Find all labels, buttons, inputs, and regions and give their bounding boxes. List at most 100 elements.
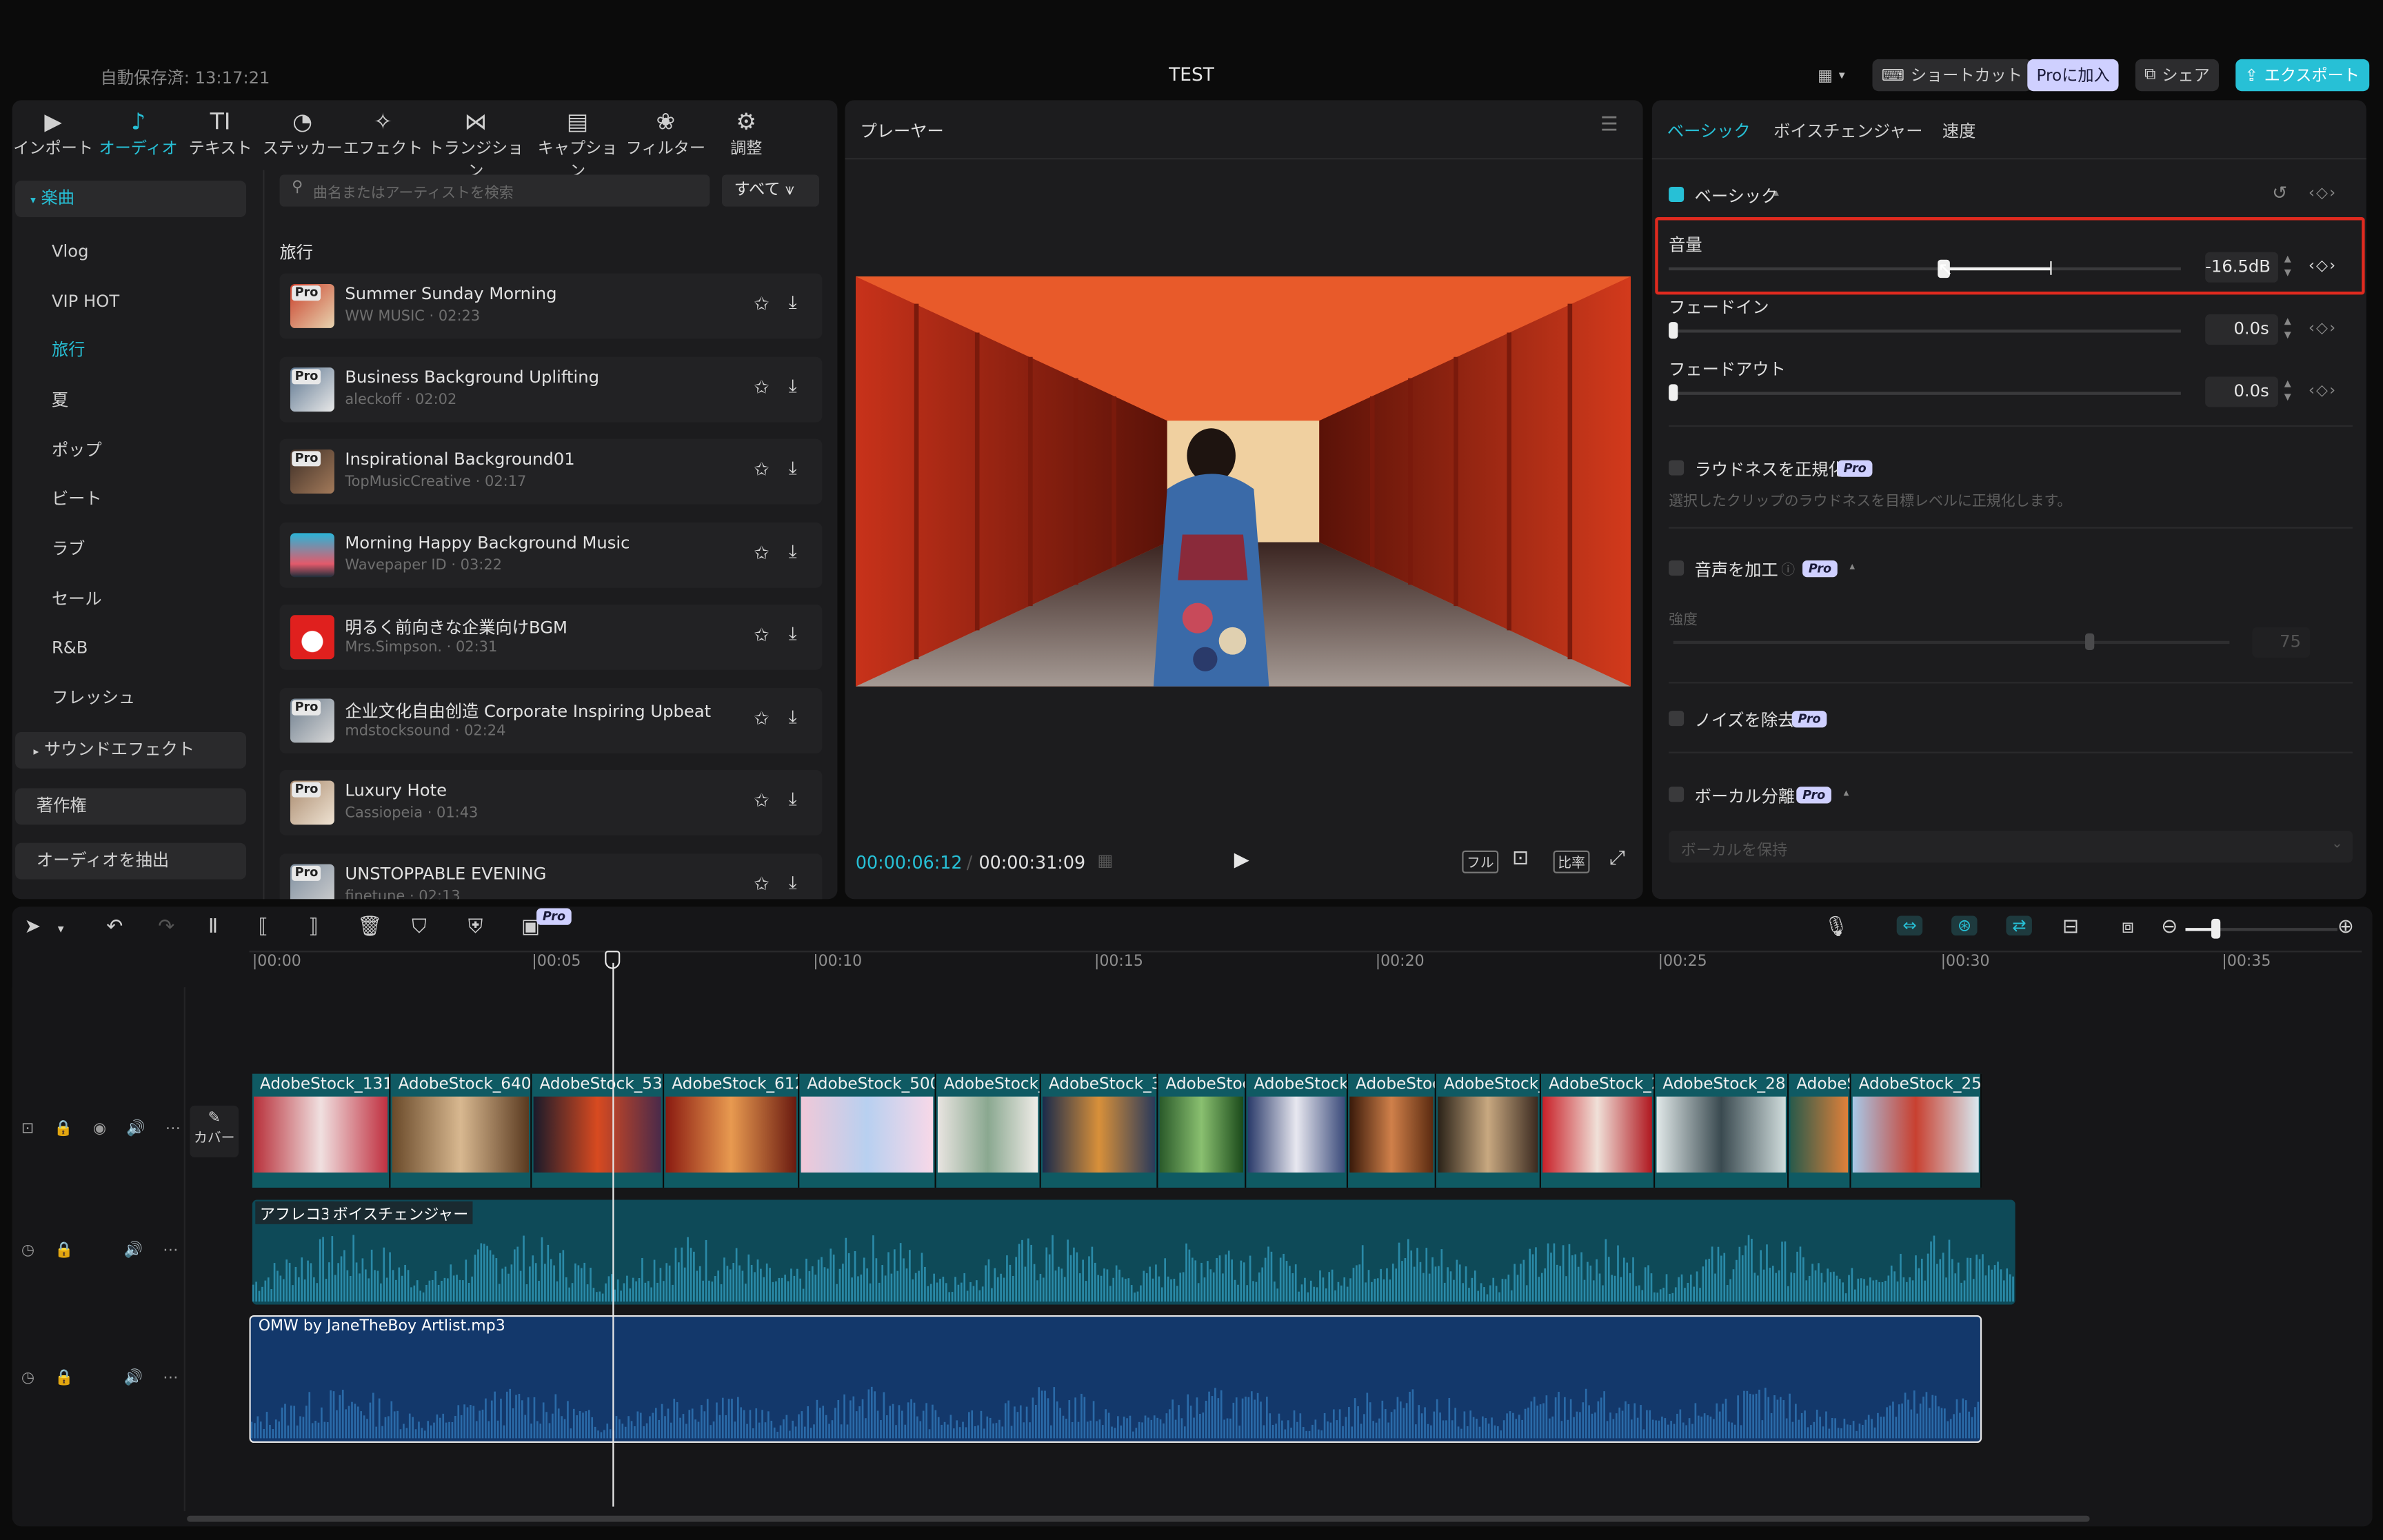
favorite-icon[interactable]: ✩: [754, 458, 769, 480]
tool-audio[interactable]: ♪ オーディオ: [97, 106, 179, 159]
video-clip[interactable]: AdobeStock_500: [799, 1073, 936, 1188]
song-item[interactable]: Pro Inspirational Background01 TopMusicC…: [279, 438, 823, 505]
download-icon[interactable]: ⤓: [789, 872, 797, 895]
tool-sticker[interactable]: ◔ ステッカー: [261, 106, 343, 159]
tool-adjust[interactable]: ⚙ 調整: [705, 106, 787, 159]
video-clip[interactable]: AdobeS: [1789, 1073, 1851, 1188]
collapse-icon[interactable]: ▴: [1844, 787, 1849, 799]
favorite-icon[interactable]: ✩: [754, 625, 769, 646]
video-clip[interactable]: AdobeStock_2: [1540, 1073, 1656, 1188]
category-item[interactable]: Vlog: [30, 234, 261, 270]
mark-icon[interactable]: ⛉: [412, 916, 427, 939]
extract-audio-button[interactable]: オーディオを抽出: [15, 842, 247, 880]
vocal-select[interactable]: ボーカルを保持 ⌄: [1669, 831, 2353, 863]
video-clip[interactable]: AdobeStock_: [936, 1073, 1041, 1188]
download-icon[interactable]: ⤓: [789, 706, 797, 729]
category-sound-effects[interactable]: ▸ サウンドエフェクト: [15, 731, 247, 769]
favorite-icon[interactable]: ✩: [754, 708, 769, 729]
download-icon[interactable]: ⤓: [789, 788, 797, 811]
tool-transition[interactable]: ⋈ トランジション: [423, 106, 529, 182]
category-item[interactable]: ビート: [30, 481, 261, 518]
video-clip[interactable]: AdobeStock_53:: [532, 1073, 665, 1188]
category-music[interactable]: ▾ 楽曲: [15, 181, 247, 218]
volume-slider[interactable]: [1669, 267, 2181, 271]
stepper-icon[interactable]: ▴ ▾: [2284, 377, 2291, 406]
volume-value[interactable]: -16.5dB: [2205, 252, 2278, 283]
tool-effect[interactable]: ✧ エフェクト: [342, 106, 424, 159]
download-icon[interactable]: ⤓: [789, 457, 797, 480]
reset-icon[interactable]: ↺: [2272, 182, 2287, 203]
video-clip[interactable]: AdobeStock_612: [664, 1073, 800, 1188]
voice-track-controls[interactable]: ◷ 🔒 🔊 ⋯: [21, 1242, 178, 1259]
speaker-icon[interactable]: 🔊: [124, 1370, 143, 1386]
song-item[interactable]: Pro Business Background Uplifting alecko…: [279, 356, 823, 423]
share-button[interactable]: ⧉ シェア: [2135, 59, 2219, 92]
collapse-icon[interactable]: ▴: [1773, 187, 1779, 199]
strength-slider[interactable]: [1673, 640, 2230, 645]
lock-icon[interactable]: 🔒: [54, 1121, 72, 1137]
category-item[interactable]: 夏: [30, 383, 261, 419]
speaker-icon[interactable]: 🔊: [124, 1242, 143, 1259]
redo-icon[interactable]: ↷: [158, 916, 174, 939]
voice-clip[interactable]: アフレコ3 ボイスチェンジャー: [252, 1199, 2015, 1305]
favorite-icon[interactable]: ✩: [754, 376, 769, 398]
trim-right-icon[interactable]: ⟧: [308, 916, 318, 939]
screenshot-icon[interactable]: ⊡: [1512, 847, 1529, 870]
keyframe-icon[interactable]: ‹◇›: [2309, 259, 2337, 275]
eye-icon[interactable]: ◉: [93, 1121, 106, 1137]
magnet-icon[interactable]: ⇔: [1896, 915, 1923, 936]
video-clip[interactable]: AdobeStock_640: [390, 1073, 532, 1188]
video-clip[interactable]: AdobeStock_: [1436, 1073, 1541, 1188]
zoom-out-icon[interactable]: ⊖: [2161, 916, 2178, 939]
enhance-checkbox[interactable]: [1669, 560, 1685, 576]
tool-caption[interactable]: ▤ キャプション: [532, 106, 623, 182]
song-item[interactable]: Morning Happy Background Music Wavepaper…: [279, 522, 823, 588]
microphone-icon[interactable]: 🎙: [1824, 916, 1849, 939]
more-icon[interactable]: ⋯: [163, 1370, 178, 1386]
download-icon[interactable]: ⤓: [789, 540, 797, 563]
fadeout-slider-handle[interactable]: [1669, 384, 1678, 401]
export-button[interactable]: ⇪ エクスポート: [2235, 59, 2369, 92]
play-icon[interactable]: ▶: [1234, 849, 1249, 872]
layout-button[interactable]: ▦ ▾: [1809, 59, 1854, 91]
vocal-checkbox[interactable]: [1669, 787, 1685, 802]
strength-value[interactable]: 75: [2252, 627, 2311, 658]
tool-filter[interactable]: ❀ フィルター: [625, 106, 707, 159]
ratio-button[interactable]: 比率: [1553, 850, 1590, 873]
video-clip[interactable]: AdobeStoc: [1158, 1073, 1247, 1188]
help-icon[interactable]: ⓘ: [1781, 559, 1795, 578]
keyframe-icon[interactable]: ‹◇›: [2309, 185, 2337, 202]
video-clip[interactable]: AdobeStock_3: [1040, 1073, 1158, 1188]
pro-join-button[interactable]: Proに加入: [2027, 59, 2119, 92]
undo-icon[interactable]: ↶: [106, 916, 123, 939]
category-item[interactable]: ポップ: [30, 433, 261, 469]
fullscreen-icon[interactable]: ⤢: [1609, 847, 1625, 870]
music-track-controls[interactable]: ◷ 🔒 🔊 ⋯: [21, 1370, 178, 1386]
shield-icon[interactable]: ⛨: [468, 916, 483, 939]
more-icon[interactable]: ⋯: [163, 1242, 178, 1259]
song-item[interactable]: Pro UNSTOPPABLE EVENING finetune · 02:13…: [279, 853, 823, 900]
music-clip[interactable]: OMW by JaneTheBoy Artlist.mp3: [249, 1315, 1982, 1443]
stepper-icon[interactable]: ▴ ▾: [2284, 315, 2291, 343]
video-clip[interactable]: AdobeStoc: [1348, 1073, 1436, 1188]
fadein-slider[interactable]: [1669, 330, 2181, 333]
lock-icon[interactable]: 🔒: [54, 1370, 73, 1386]
fadein-slider-handle[interactable]: [1669, 322, 1678, 339]
video-clip[interactable]: AdobeStock_: [1246, 1073, 1349, 1188]
video-clip[interactable]: AdobeStock_281: [1655, 1073, 1789, 1188]
preview-icon[interactable]: ⧈: [2122, 916, 2134, 939]
more-icon[interactable]: ⋯: [165, 1121, 181, 1137]
favorite-icon[interactable]: ✩: [754, 790, 769, 811]
preview-axis-icon[interactable]: ⇄: [2006, 915, 2033, 936]
keyframe-icon[interactable]: ‹◇›: [2309, 383, 2337, 399]
category-item[interactable]: VIP HOT: [30, 284, 261, 321]
loudness-checkbox[interactable]: [1669, 460, 1685, 476]
zoom-in-icon[interactable]: ⊕: [2337, 916, 2354, 939]
favorite-icon[interactable]: ✩: [754, 293, 769, 314]
shortcut-button[interactable]: ⌨ ショートカット: [1872, 59, 2032, 92]
song-item[interactable]: Pro Summer Sunday Morning WW MUSIC · 02:…: [279, 273, 823, 339]
favorite-icon[interactable]: ✩: [754, 873, 769, 895]
tab-basic[interactable]: ベーシック: [1667, 119, 1751, 143]
trim-left-icon[interactable]: ⟦: [259, 916, 268, 939]
tool-import[interactable]: ▶ インポート: [12, 106, 94, 159]
